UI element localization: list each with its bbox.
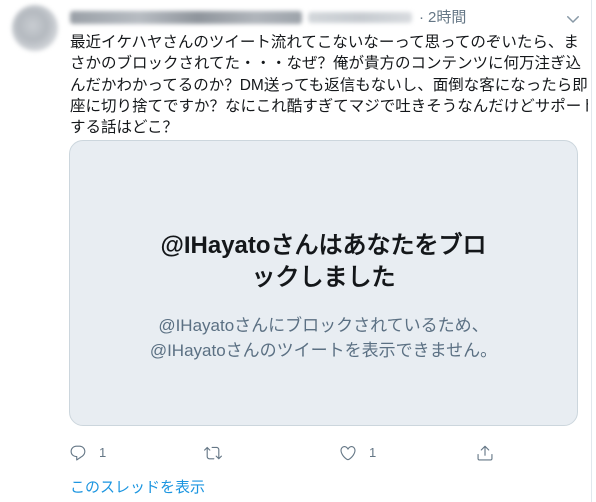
time-label: 2時間 [428,9,467,26]
tweet-text-line: 最近イケハヤさんのツイート流れてこないなーって思ってのぞいたら、ま [70,34,579,51]
heart-icon [340,446,356,461]
blocked-card-title-line: ックしました [251,264,396,291]
blocked-card-message: @IHayatoさんにブロックされているため、 @IHayatoさんのツイートを… [70,313,577,363]
retweet-button[interactable] [204,443,222,463]
username-blurred [308,12,412,23]
reply-button[interactable]: 1 [69,443,106,463]
reply-count: 1 [99,445,107,460]
share-button[interactable] [476,443,494,463]
tweet-text-line: んだかわかってるのか？DM送っても返信もないし、面倒な客になったら即 [70,76,588,94]
blocked-card-message-line: @IHayatoさんのツイートを表示できません。 [149,341,498,360]
retweet-icon [204,446,222,460]
show-thread-link[interactable]: このスレッドを表示 [70,479,205,497]
time-separator: · [419,9,424,26]
like-button[interactable]: 1 [339,443,376,463]
more-options-button[interactable] [564,10,582,28]
display-name-blurred[interactable] [70,11,302,24]
tweet-text-line: する話はどこ？ [70,119,179,137]
tweet-timestamp[interactable]: · 2時間 [419,9,466,27]
avatar[interactable] [12,5,58,51]
blocked-card-title: @IHayatoさんはあなたをブロ ックしました [70,230,577,294]
blocked-quote-card[interactable]: @IHayatoさんはあなたをブロ ックしました @IHayatoさんにブロック… [69,140,578,426]
chevron-down-icon [567,16,579,23]
blocked-card-message-line: @IHayatoさんにブロックされているため、 [158,316,489,335]
tweet-text-line: 座に切り捨てですか？なにこれ酷すぎてマジで吐きそうなんだけどサポート [70,97,588,115]
reply-icon [70,445,86,461]
tweet-text: 最近イケハヤさんのツイート流れてこないなーって思ってのぞいたら、ま さかのブロッ… [70,32,588,138]
share-icon [477,445,493,461]
like-count: 1 [369,445,377,460]
tweet-text-line: さかのブロックされてた・・・なぜ？俺が貴方のコンテンツに何万注ぎ込 [70,55,582,73]
panel-right-border [591,0,592,502]
blocked-card-title-line: @IHayatoさんはあなたをブロ [160,232,487,259]
